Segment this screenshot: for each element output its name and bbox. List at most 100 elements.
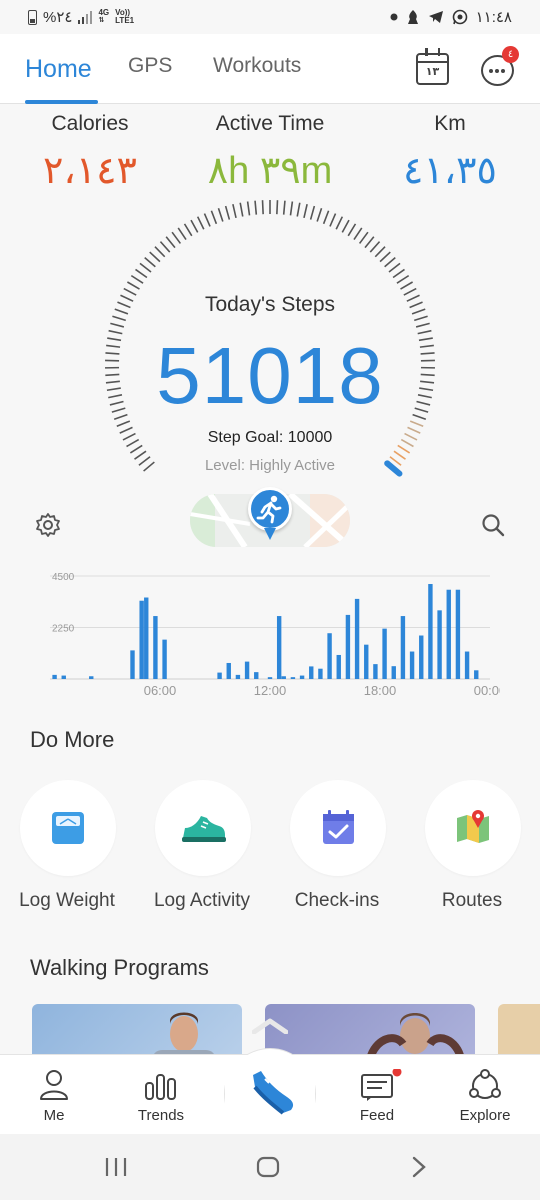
log-activity-label: Log Activity: [153, 890, 251, 911]
active-time-value: ٨h ٣٩m: [207, 150, 333, 192]
gauge-tick: [139, 262, 152, 273]
tab-home[interactable]: Home: [25, 55, 92, 84]
calendar-day: ١٣: [425, 66, 440, 78]
check-ins-button[interactable]: [290, 780, 386, 876]
chart-bar: [299, 675, 305, 679]
chart-bar: [455, 589, 461, 679]
chart-bar: [139, 600, 144, 679]
gauge-tick: [384, 257, 396, 268]
gauge-tick: [177, 227, 187, 240]
home-icon[interactable]: [256, 1156, 280, 1178]
gauge-tick: [190, 219, 199, 233]
back-chevron-icon[interactable]: [410, 1156, 428, 1178]
active-tab-indicator: [25, 100, 98, 104]
map-icon: [457, 810, 489, 843]
chart-bar: [281, 676, 286, 679]
steps-count: 51018: [156, 331, 384, 420]
gauge-tick: [369, 241, 381, 253]
tab-gps[interactable]: GPS: [128, 54, 172, 78]
nav-explore[interactable]: Explore: [440, 1069, 530, 1124]
chart-bar: [428, 584, 433, 679]
gauge-tick: [210, 210, 218, 225]
chart-bar: [474, 670, 479, 679]
gauge-tick: [341, 219, 350, 233]
chart-y-tick-label: 2250: [52, 624, 75, 635]
gauge-tick: [347, 223, 357, 237]
gauge-tick: [379, 251, 391, 263]
gauge-tick: [388, 262, 401, 273]
chart-bar: [162, 639, 167, 679]
chart-bar: [235, 674, 241, 679]
gauge-tick: [246, 201, 251, 216]
status-left: %٢٤ 4G ⇅ Vo)) LTE1: [28, 8, 134, 26]
gauge-tick: [203, 213, 211, 227]
scale-icon: [52, 812, 84, 844]
chart-bar: [276, 616, 282, 679]
gauge-tick: [296, 202, 301, 217]
gauge-tick: [335, 216, 344, 230]
chart-bar: [409, 651, 415, 679]
chevron-up-icon[interactable]: [252, 1018, 288, 1034]
todays-steps-label: Today's Steps: [204, 293, 336, 316]
chart-bar: [437, 610, 442, 679]
gauge-tick: [353, 227, 363, 240]
log-weight-button[interactable]: [20, 780, 116, 876]
battery-percent: %٢٤: [43, 9, 73, 26]
gauge-tick: [183, 223, 193, 237]
calendar-button[interactable]: ١٣: [416, 48, 449, 85]
active-time-label: Active Time: [215, 112, 325, 135]
chart-bar: [345, 614, 351, 679]
chart-x-tick-label: 18:00: [364, 683, 397, 698]
check-ins-label: Check-ins: [294, 890, 380, 911]
tab-workouts[interactable]: Workouts: [213, 54, 301, 78]
person-icon: [40, 1070, 68, 1100]
settings-gear-icon[interactable]: [35, 512, 61, 538]
gauge-tick: [126, 281, 140, 290]
gauge-tick: [364, 236, 375, 249]
location-dot-icon: [390, 13, 398, 21]
chart-bar: [89, 676, 94, 679]
gauge-tick: [261, 200, 264, 215]
step-goal: Step Goal: 10000: [207, 429, 333, 446]
nav-feed[interactable]: Feed: [332, 1067, 422, 1124]
gauge-tick: [165, 236, 176, 249]
gauge-tick: [316, 208, 323, 222]
gauge-tick: [171, 231, 182, 244]
chart-bar: [290, 677, 296, 679]
km-value: ٤١،٣٥: [403, 150, 497, 192]
log-activity-button[interactable]: [155, 780, 251, 876]
feed-icon: [361, 1067, 402, 1101]
gauge-tick: [282, 200, 286, 215]
gauge-tick: [415, 322, 430, 328]
search-icon[interactable]: [480, 512, 506, 538]
chart-x-tick-label: 12:00: [254, 683, 287, 698]
status-bar: %٢٤ 4G ⇅ Vo)) LTE1 ١١:٤٨: [0, 0, 540, 34]
messages-badge: ٤: [502, 46, 519, 63]
trends-icon: [145, 1074, 176, 1100]
chart-bar: [130, 650, 135, 679]
calories-label: Calories: [51, 112, 129, 135]
routes-button[interactable]: [425, 780, 521, 876]
chart-bar: [382, 628, 387, 679]
chart-bar: [400, 616, 406, 679]
status-right: ١١:٤٨: [390, 8, 512, 26]
gauge-tick: [135, 268, 148, 279]
chart-x-tick-label: 06:00: [144, 683, 177, 698]
gauge-tick: [322, 210, 330, 225]
chart-y-tick-label: 4500: [52, 572, 75, 583]
chart-bar: [464, 651, 470, 679]
nav-trends[interactable]: Trends: [116, 1069, 206, 1124]
chart-bar: [419, 635, 424, 679]
gauge-tick: [309, 205, 316, 220]
chart-bar: [354, 598, 360, 679]
hourly-steps-chart: 2250 4500 06:00 12:00 18:00 00:00: [50, 572, 500, 698]
nav-me[interactable]: Me: [9, 1069, 99, 1124]
recent-apps-icon[interactable]: [104, 1156, 128, 1178]
pin-tip: [264, 528, 276, 540]
gauge-tick: [159, 241, 171, 253]
running-person-icon[interactable]: [248, 487, 292, 531]
blue-shoe-icon: [253, 1071, 294, 1115]
gauge-tick: [329, 213, 337, 227]
chart-bar: [318, 668, 323, 679]
chart-bar: [217, 672, 222, 679]
